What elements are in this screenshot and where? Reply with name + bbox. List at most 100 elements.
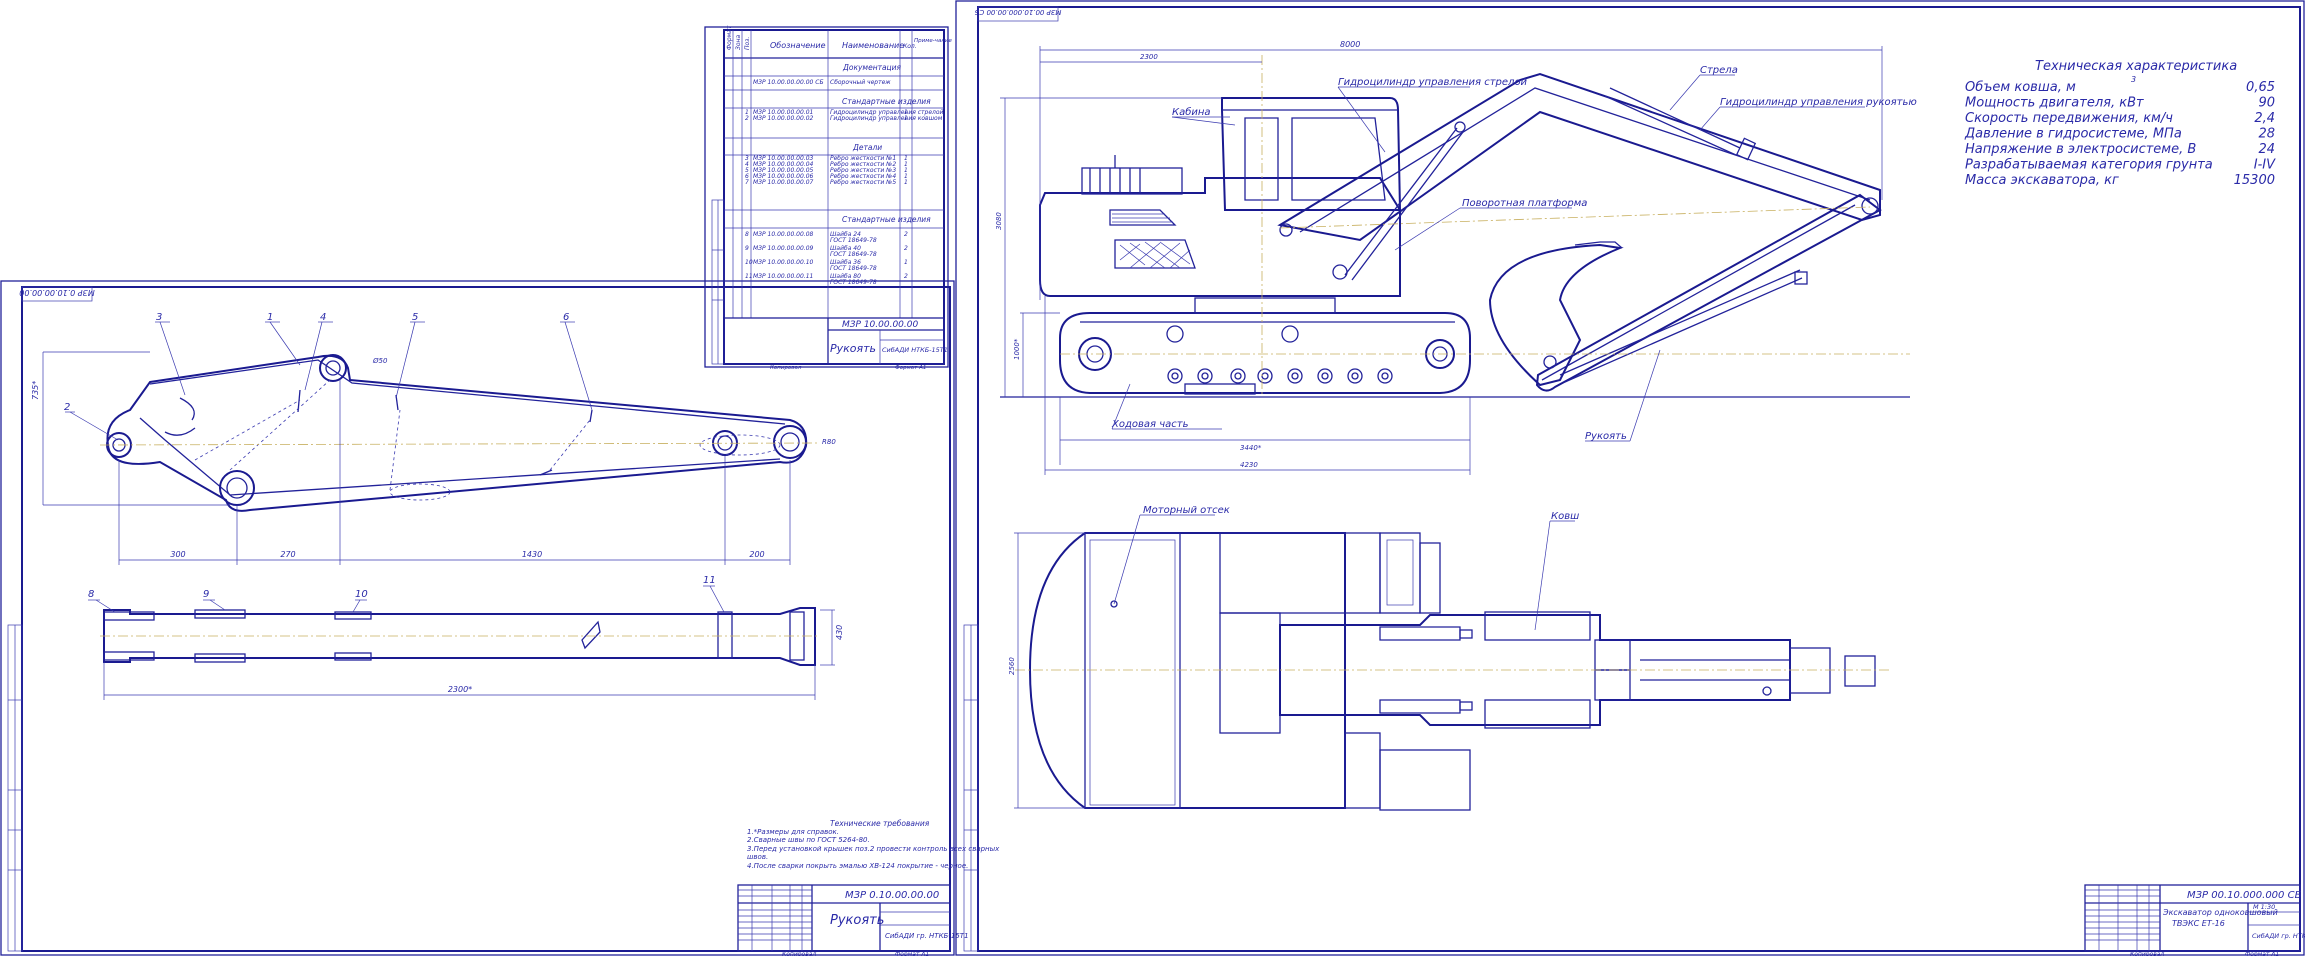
- callout-engine: Моторный отсек: [1143, 505, 1230, 516]
- spec-rows: МЗР 10.00.00.00.00 СБ Сборочный чертеж 1 МЗ…: [745, 79, 944, 286]
- spec-org: СибАДИ НТКБ-15Т1: [882, 346, 948, 354]
- part-3: 3: [156, 312, 162, 323]
- dim-4230: 4230: [1240, 461, 1258, 469]
- spec-section-std: Стандартные изделия: [842, 215, 931, 224]
- right-stamp-code: МЗР 00.10.000.000 СБ: [2187, 890, 2302, 901]
- part-9: 9: [203, 589, 209, 600]
- svg-text:Копировал: Копировал: [770, 365, 802, 371]
- excavator-side-view: 8000 2300 3080 1000* 3440* 4230 Кабина Г…: [995, 40, 1917, 475]
- spec-row-code: МЗР 10.00.00.00.10: [753, 259, 814, 266]
- callout-bucket: Ковш: [1551, 511, 1579, 522]
- spec-row-pos: 10: [745, 259, 753, 266]
- tech-value: I-IV: [2254, 158, 2276, 173]
- tech-unit-sup: 3: [2131, 75, 2136, 84]
- track-roller: [1197, 368, 1213, 384]
- part-2: 2: [64, 402, 70, 413]
- spec-row-code: МЗР 10.00.00.00.08: [753, 231, 814, 238]
- spec-row-code: МЗР 10.00.00.00.09: [753, 245, 814, 252]
- dim-vert: 735*: [31, 381, 40, 400]
- dim-2560: 2560: [1008, 657, 1016, 675]
- svg-text:Зона: Зона: [735, 35, 742, 50]
- track-roller-hub: [1171, 372, 1179, 380]
- part-8: 8: [88, 589, 94, 600]
- spec-row-name: Гидроцилиндр управления ковшом: [830, 115, 943, 122]
- spec-row-pos: 8: [745, 231, 749, 238]
- tech-label: Разрабатываемая категория грунта: [1965, 158, 2213, 173]
- arm-side-view: 735* 300 270 1430 200 Ø50 R80 3 1 4 5 6 …: [31, 312, 836, 565]
- callout-stick-cylinder: Гидроцилиндр управления рукоятью: [1720, 97, 1917, 108]
- track-roller-hub: [1261, 372, 1269, 380]
- spec-sheet: Формат Зона Поз. Обозначение Наименовани…: [704, 25, 953, 371]
- left-stamp-code: МЗР 0.10.00.00.00: [845, 890, 939, 901]
- tech-label: Скорость передвижения, км/ч: [1965, 111, 2173, 126]
- left-title-block: МЗР 0.10.00.00.00 Рукоять СибАДИ гр. НТК…: [737, 884, 969, 956]
- dim-430: 430: [835, 625, 844, 640]
- svg-text:Копировал: Копировал: [2130, 951, 2164, 956]
- callout-boom: Стрела: [1700, 65, 1738, 76]
- tech-characteristics: Техническая характеристика Объем ковша, …: [1964, 59, 2276, 188]
- svg-text:Наименование: Наименование: [842, 41, 904, 50]
- part-10: 10: [355, 589, 368, 600]
- spec-row-code: МЗР 10.00.00.00.02: [753, 115, 814, 122]
- drawing-canvas: МЗР 0.10.00.00.00 735* 300 270 1430 200 …: [0, 0, 2305, 956]
- dim-300: 300: [170, 550, 185, 559]
- spec-row-name: ГОСТ 18649-78: [830, 265, 877, 272]
- track-roller: [1257, 368, 1273, 384]
- right-org: СибАДИ гр. НТКБ-15Т1: [2252, 932, 2305, 940]
- spec-row-code: МЗР 10.00.00.00.11: [753, 273, 813, 280]
- left-title: Рукоять: [830, 913, 884, 928]
- track-roller: [1317, 368, 1333, 384]
- part-11: 11: [703, 575, 716, 586]
- svg-text:Технические требования: Технические требования: [830, 819, 930, 828]
- svg-text:Обозначение: Обозначение: [770, 41, 826, 50]
- tech-title: Техническая характеристика: [2035, 59, 2237, 74]
- part-6: 6: [563, 312, 569, 323]
- spec-row-pos: 9: [745, 245, 749, 252]
- spec-row-pos: 11: [745, 273, 753, 280]
- spec-row-pos: 7: [745, 179, 749, 186]
- right-title-line2: ТВЭКС ЕТ-16: [2172, 919, 2225, 928]
- right-title-block: МЗР 00.10.000.000 СБ Экскаватор одноковш…: [2084, 884, 2305, 956]
- tech-label: Мощность двигателя, кВт: [1965, 96, 2144, 111]
- dim-200: 200: [749, 550, 764, 559]
- dim-1430: 1430: [522, 550, 542, 559]
- spec-row-code: МЗР 10.00.00.00.07: [753, 179, 814, 186]
- spec-row-name: ГОСТ 18649-78: [830, 279, 877, 286]
- spec-row-qty: 1: [904, 259, 908, 266]
- track-roller: [1230, 368, 1246, 384]
- svg-text:швов.: швов.: [747, 853, 768, 861]
- tech-value: 28: [2258, 127, 2275, 142]
- left-sheet: МЗР 0.10.00.00.00 735* 300 270 1430 200 …: [0, 280, 1000, 956]
- spec-stamp-code: МЗР 10.00.00.00: [842, 320, 918, 330]
- track-roller: [1287, 368, 1303, 384]
- left-tech-requirements: Технические требования 1.*Размеры для сп…: [747, 819, 1000, 870]
- svg-text:Формат А1: Формат А1: [895, 365, 926, 371]
- callout-boom-cylinder: Гидроцилиндр управления стрелой: [1338, 77, 1528, 88]
- spec-row-qty: 2: [904, 245, 908, 252]
- left-tl-code: МЗР 0.10.00.00.00: [19, 288, 94, 297]
- spec-title: Рукоять: [830, 342, 876, 355]
- tech-label: Объем ковша, м: [1965, 80, 2076, 95]
- part-1: 1: [267, 312, 273, 323]
- tech-value: 0,65: [2246, 80, 2275, 95]
- spec-section-doc: Документация: [842, 63, 902, 72]
- right-sheet: МЗР 00.10.000.00.00 СБ 8000 2300 3080 10…: [955, 0, 2305, 956]
- svg-text:Кол.: Кол.: [903, 43, 917, 50]
- part-4: 4: [320, 312, 326, 323]
- svg-text:Формат А1: Формат А1: [2245, 951, 2279, 956]
- tech-value: 2,4: [2254, 111, 2275, 126]
- dim-3080: 3080: [995, 212, 1003, 230]
- callout-cab: Кабина: [1172, 106, 1211, 118]
- track-roller: [1347, 368, 1363, 384]
- spec-section-parts: Детали: [852, 143, 882, 152]
- svg-text:3.Перед установкой крышек поз.: 3.Перед установкой крышек поз.2 провести…: [747, 845, 1000, 853]
- excavator-top-view: 2560 Моторный отсек Ковш: [1008, 505, 1890, 811]
- track-roller-hub: [1234, 372, 1242, 380]
- dim-2300-right: 2300: [1140, 53, 1158, 61]
- svg-text:Поз.: Поз.: [744, 37, 751, 50]
- spec-row-name: ГОСТ 18649-78: [830, 237, 877, 244]
- track-roller-hub: [1381, 372, 1389, 380]
- spec-row-code: МЗР 10.00.00.00.00 СБ: [753, 79, 824, 86]
- svg-text:2.Сварные швы по ГОСТ 5264-80.: 2.Сварные швы по ГОСТ 5264-80.: [747, 836, 870, 844]
- track-roller-hub: [1351, 372, 1359, 380]
